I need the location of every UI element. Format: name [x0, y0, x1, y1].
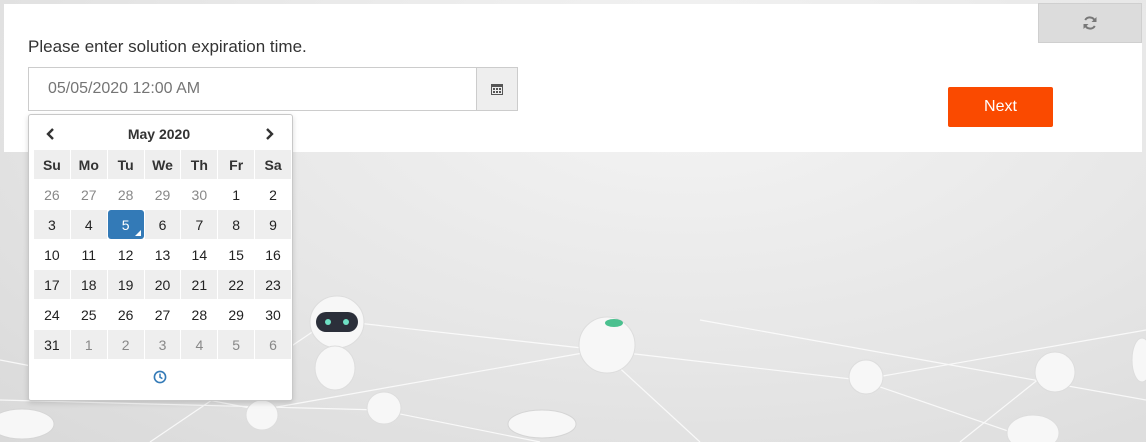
calendar-day[interactable]: 30: [255, 300, 291, 329]
calendar-day[interactable]: 4: [181, 330, 218, 359]
calendar-day[interactable]: 1: [70, 330, 107, 359]
calendar-grid: Su Mo Tu We Th Fr Sa 26 27 28 29 30 1 2 3 4 5 6 7 8 9 10 11 12…: [33, 149, 292, 360]
expiration-date-input[interactable]: [29, 68, 476, 110]
weekday-header: Fr: [218, 150, 255, 179]
calendar-day[interactable]: 22: [218, 270, 255, 299]
calendar-icon: [491, 84, 503, 95]
calendar-day[interactable]: 12: [108, 240, 144, 269]
calendar-day[interactable]: 1: [218, 180, 254, 209]
weekday-header: Th: [181, 150, 218, 179]
calendar-day[interactable]: 11: [71, 240, 107, 269]
refresh-button[interactable]: [1038, 3, 1142, 43]
calendar-day[interactable]: 10: [34, 240, 70, 269]
weekday-header: Su: [34, 150, 70, 179]
clock-icon: [153, 370, 167, 384]
calendar-day[interactable]: 15: [218, 240, 254, 269]
calendar-day[interactable]: 29: [145, 180, 181, 209]
refresh-icon: [1083, 16, 1097, 30]
weekday-header: Mo: [70, 150, 107, 179]
calendar-week-row: 3456789: [34, 210, 291, 239]
calendar-week-row: 17 18 19 20 21 22 23: [34, 270, 291, 299]
calendar-week-row: 10 11 12 13 14 15 16: [34, 240, 291, 269]
calendar-day[interactable]: 16: [255, 240, 291, 269]
chevron-left-icon: [46, 128, 54, 140]
calendar-day[interactable]: 2: [255, 180, 291, 209]
time-picker-toggle[interactable]: [153, 370, 169, 386]
calendar-day[interactable]: 3: [144, 330, 181, 359]
next-month-button[interactable]: [255, 119, 285, 149]
month-label[interactable]: May 2020: [79, 119, 239, 149]
calendar-day[interactable]: 14: [181, 240, 217, 269]
calendar-day[interactable]: 6: [255, 330, 291, 359]
calendar-day[interactable]: 8: [218, 210, 255, 239]
expiration-prompt: Please enter solution expiration time.: [28, 37, 307, 56]
datepicker-header: May 2020: [29, 119, 292, 149]
weekday-header: Sa: [255, 150, 291, 179]
calendar-button[interactable]: [476, 68, 517, 110]
calendar-day[interactable]: 21: [181, 270, 218, 299]
expiration-date-group: [28, 67, 518, 111]
calendar-week-row: 26 27 28 29 30 1 2: [34, 180, 291, 209]
calendar-day[interactable]: 7: [181, 210, 218, 239]
calendar-day[interactable]: 13: [145, 240, 181, 269]
calendar-day[interactable]: 3: [34, 210, 70, 239]
calendar-week-row: 24 25 26 27 28 29 30: [34, 300, 291, 329]
calendar-day[interactable]: 28: [108, 180, 144, 209]
calendar-day[interactable]: 30: [181, 180, 217, 209]
calendar-day[interactable]: 28: [181, 300, 217, 329]
previous-month-button[interactable]: [35, 119, 65, 149]
calendar-day[interactable]: 27: [145, 300, 181, 329]
weekday-header: We: [144, 150, 181, 179]
calendar-day[interactable]: 4: [70, 210, 107, 239]
calendar-week-row: 31 1 2 3 4 5 6: [34, 330, 291, 359]
calendar-day[interactable]: 19: [107, 270, 144, 299]
calendar-day[interactable]: 20: [144, 270, 181, 299]
calendar-day[interactable]: 24: [34, 300, 70, 329]
calendar-day[interactable]: 2: [107, 330, 144, 359]
chevron-right-icon: [266, 128, 274, 140]
calendar-day-selected[interactable]: 5: [107, 210, 144, 239]
calendar-day[interactable]: 26: [108, 300, 144, 329]
calendar-day[interactable]: 27: [71, 180, 107, 209]
weekday-header: Tu: [107, 150, 144, 179]
calendar-day[interactable]: 29: [218, 300, 254, 329]
calendar-day[interactable]: 17: [34, 270, 70, 299]
calendar-day[interactable]: 26: [34, 180, 70, 209]
calendar-day[interactable]: 31: [34, 330, 70, 359]
calendar-day[interactable]: 18: [70, 270, 107, 299]
calendar-day[interactable]: 25: [71, 300, 107, 329]
datepicker-dropdown: May 2020 Su Mo Tu We Th Fr Sa 26 27 28 29 30 1 2 3 4 5 6…: [28, 114, 293, 401]
next-button[interactable]: Next: [948, 87, 1053, 127]
calendar-day[interactable]: 5: [218, 330, 255, 359]
calendar-day[interactable]: 9: [255, 210, 291, 239]
calendar-day[interactable]: 6: [144, 210, 181, 239]
calendar-day[interactable]: 23: [255, 270, 291, 299]
